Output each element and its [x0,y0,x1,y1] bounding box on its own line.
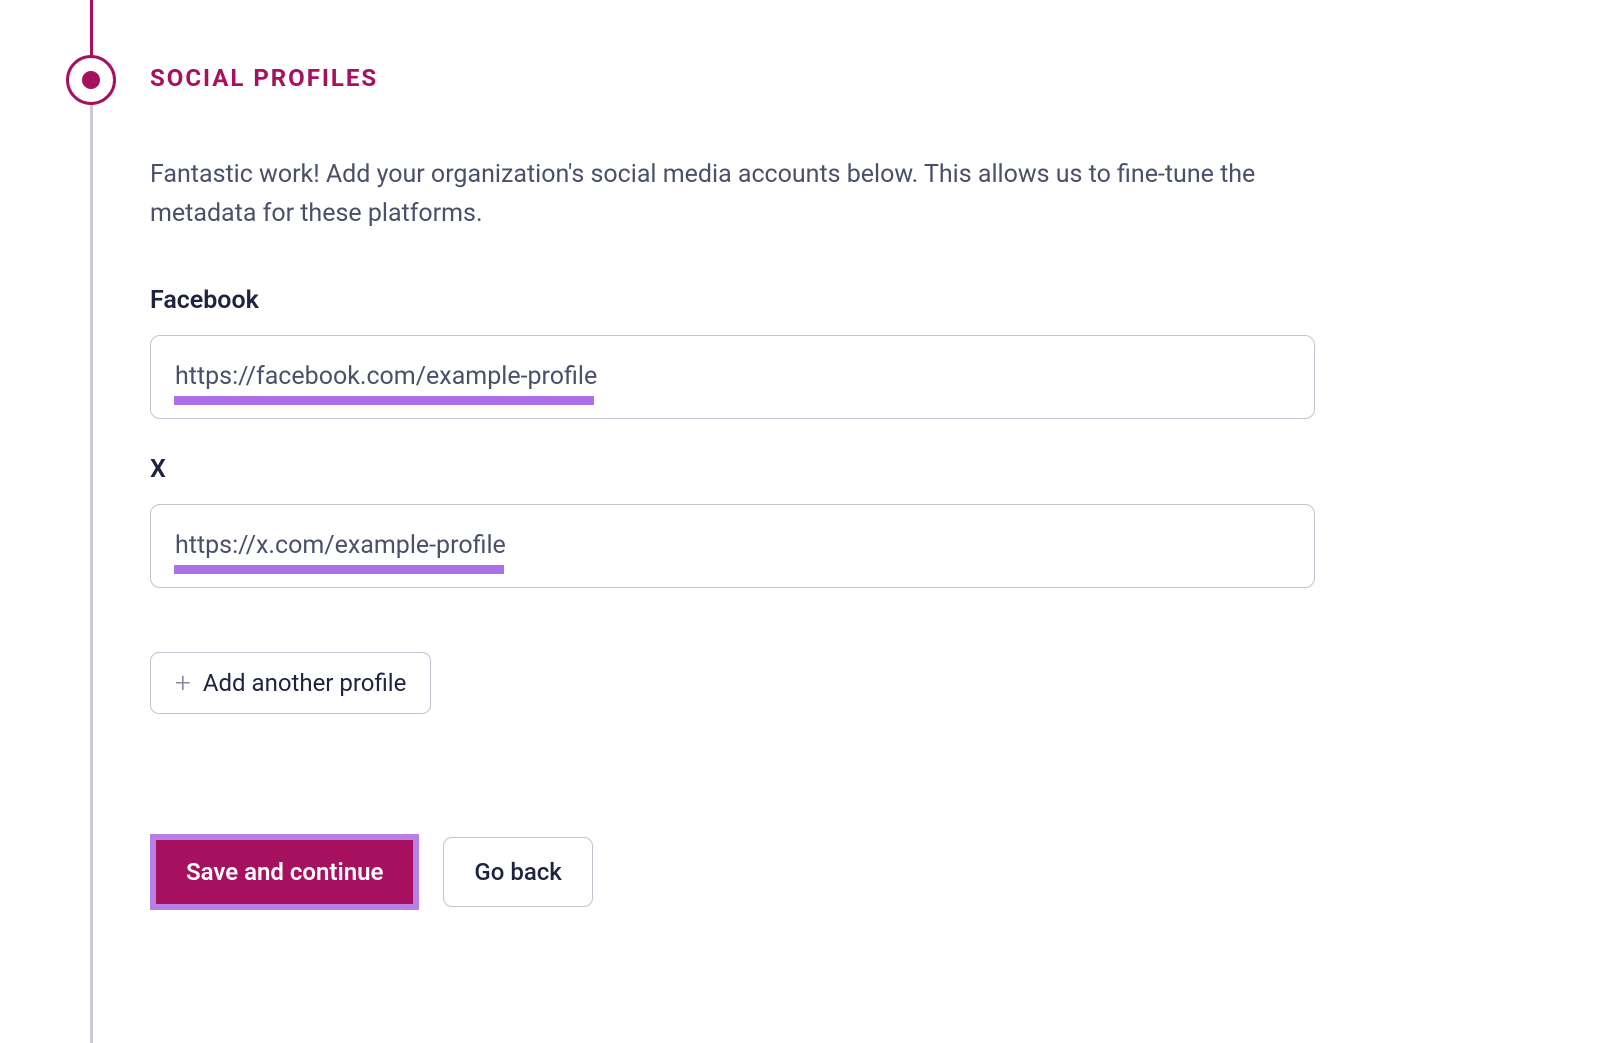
x-label: X [150,455,1450,484]
timeline-line [90,0,93,1043]
facebook-label: Facebook [150,286,1450,315]
step-marker [66,55,116,105]
go-back-button[interactable]: Go back [443,837,592,907]
plus-icon: + [175,669,191,697]
facebook-field-group: Facebook [150,286,1450,419]
add-profile-label: Add another profile [203,669,406,697]
x-input-wrapper [150,504,1315,588]
x-field-group: X [150,455,1450,588]
button-row: Save and continue Go back [150,834,1450,910]
save-button-highlight: Save and continue [150,834,419,910]
add-another-profile-button[interactable]: + Add another profile [150,652,431,714]
facebook-input-wrapper [150,335,1315,419]
x-input[interactable] [150,504,1315,588]
timeline-line-active [90,0,93,55]
facebook-input[interactable] [150,335,1315,419]
section-title: SOCIAL PROFILES [150,64,1450,92]
save-and-continue-button[interactable]: Save and continue [156,840,413,904]
section-description: Fantastic work! Add your organization's … [150,156,1260,234]
content-area: SOCIAL PROFILES Fantastic work! Add your… [150,64,1450,910]
step-marker-dot [82,71,100,89]
facebook-highlight-underline [174,396,594,405]
x-highlight-underline [174,565,504,574]
